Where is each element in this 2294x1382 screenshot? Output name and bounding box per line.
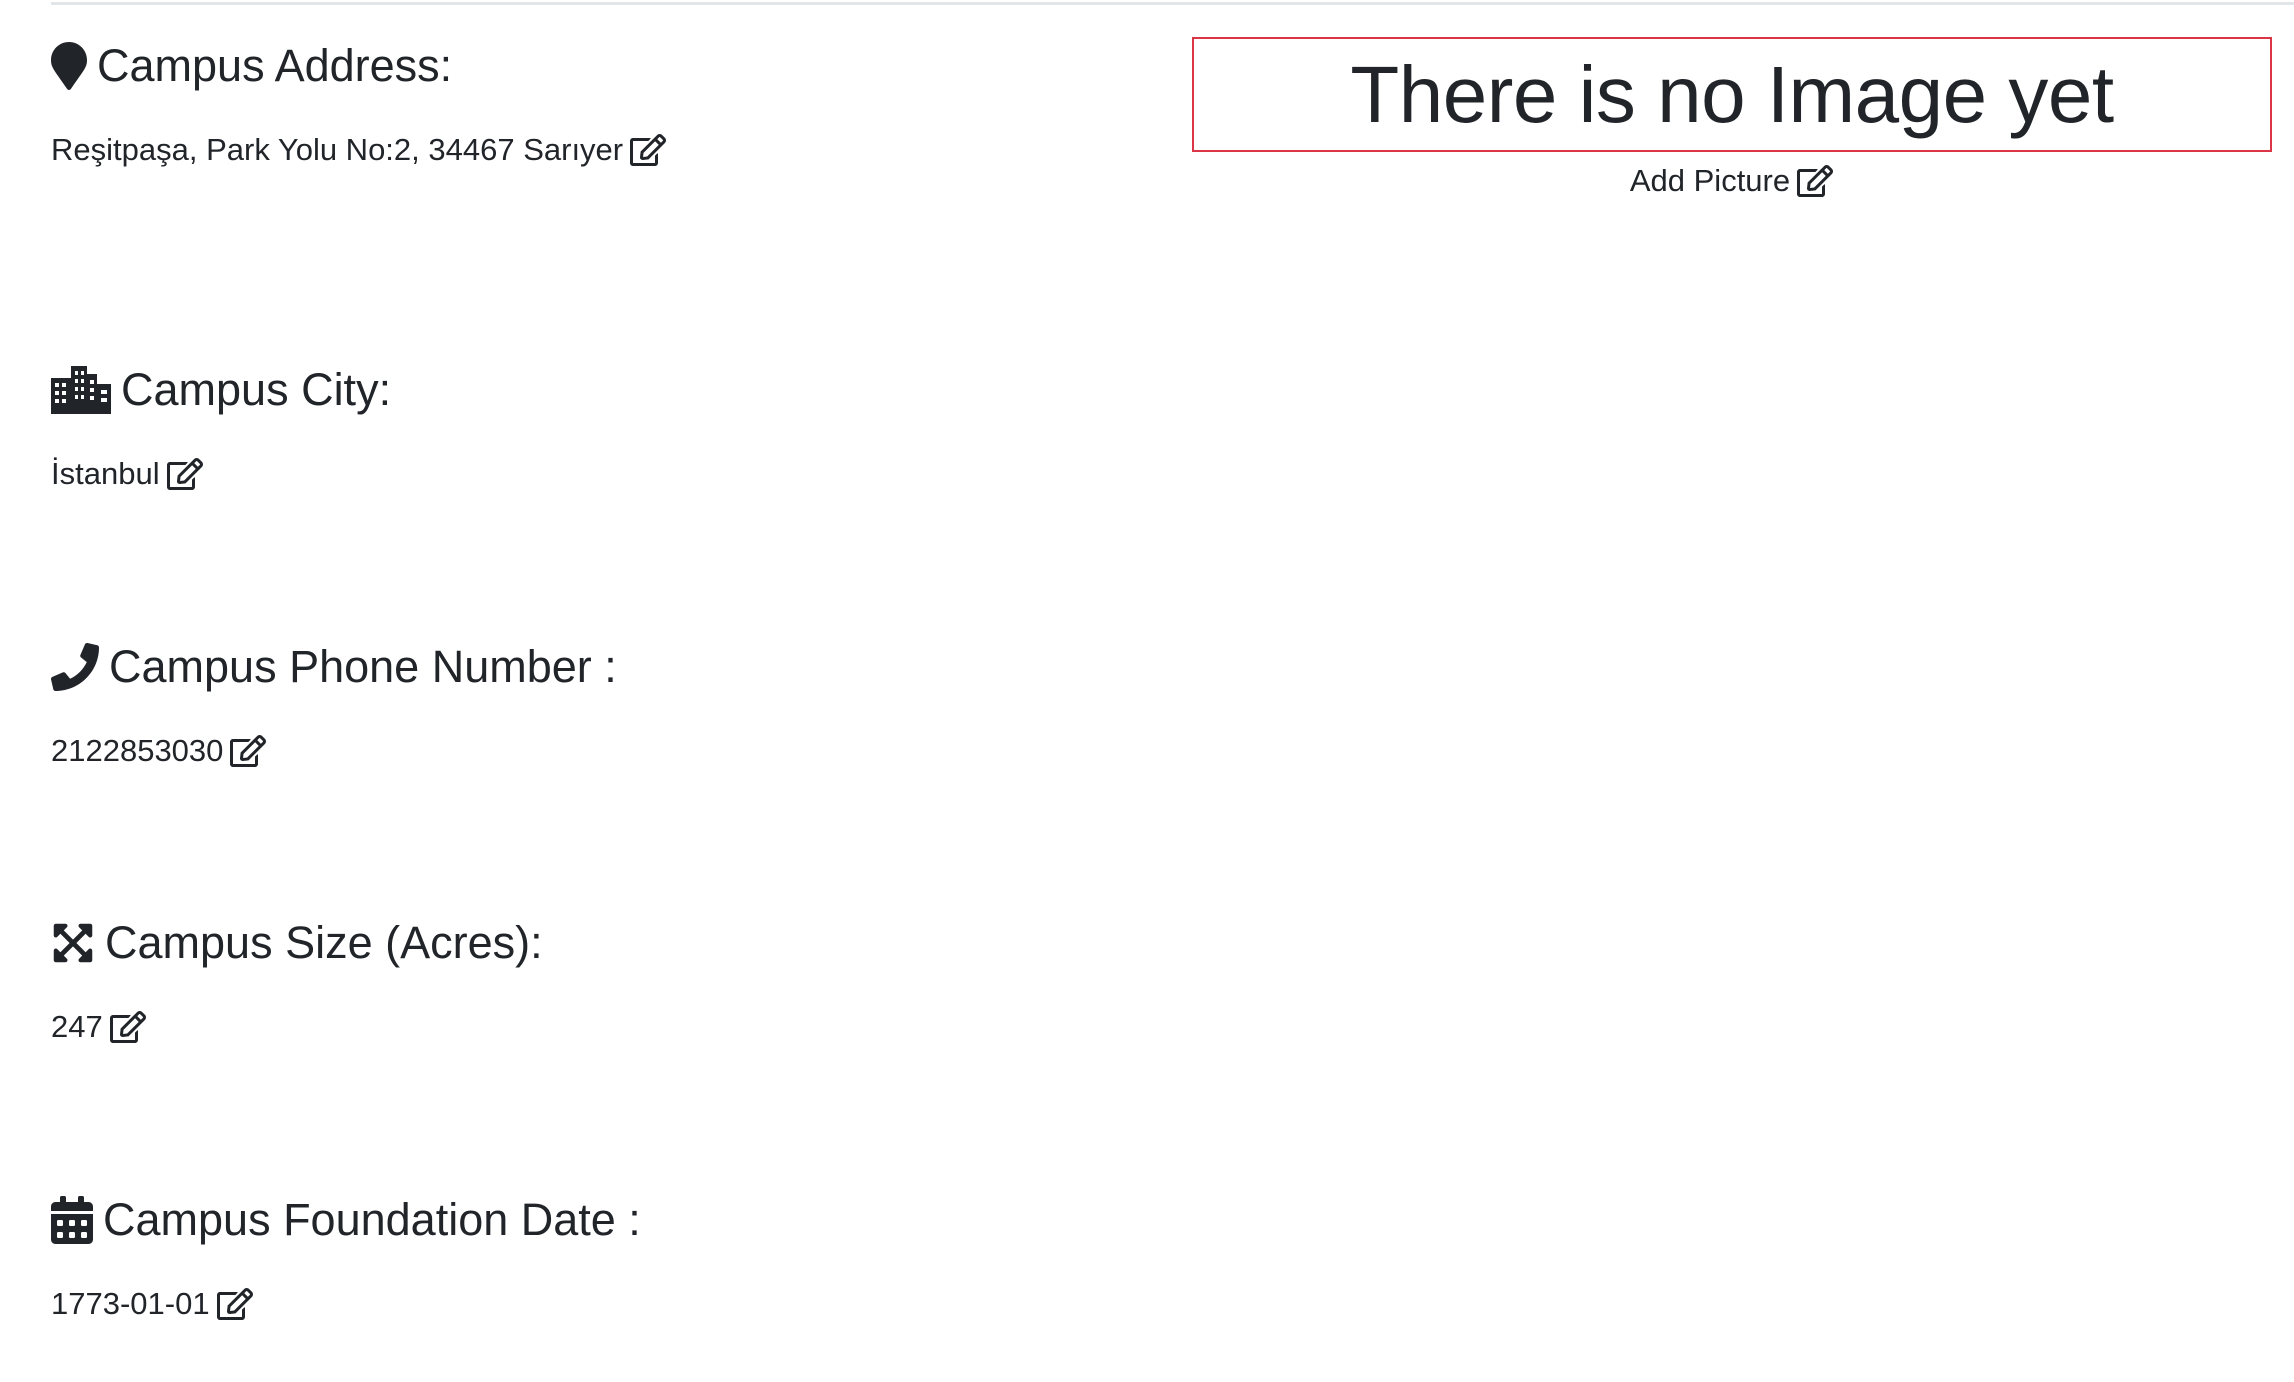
expand-arrows-icon bbox=[51, 921, 95, 965]
campus-city-value-row: İstanbul bbox=[51, 452, 204, 496]
edit-address-icon[interactable] bbox=[629, 131, 667, 169]
add-picture-label[interactable]: Add Picture bbox=[1630, 159, 1790, 203]
no-image-text: There is no Image yet bbox=[1350, 49, 2114, 139]
campus-city-section: Campus City: İstanbul bbox=[51, 360, 1151, 491]
edit-foundation-date-icon[interactable] bbox=[216, 1285, 254, 1323]
campus-phone-section: Campus Phone Number : 2122853030 bbox=[51, 637, 1151, 768]
campus-foundation-date-heading: Campus Foundation Date : bbox=[51, 1190, 1151, 1250]
campus-city-heading-text: Campus City: bbox=[121, 364, 392, 415]
campus-address-heading-text: Campus Address: bbox=[97, 40, 453, 91]
campus-details-page: Campus Address: Reşitpaşa, Park Yolu No:… bbox=[0, 0, 2294, 1382]
campus-foundation-date-value: 1773-01-01 bbox=[51, 1286, 210, 1321]
campus-size-value: 247 bbox=[51, 1009, 103, 1044]
top-divider bbox=[51, 2, 2294, 5]
campus-address-heading: Campus Address: bbox=[51, 36, 1151, 96]
map-marker-icon bbox=[51, 41, 87, 91]
edit-size-icon[interactable] bbox=[109, 1008, 147, 1046]
campus-address-value: Reşitpaşa, Park Yolu No:2, 34467 Sarıyer bbox=[51, 132, 624, 167]
campus-phone-value-row: 2122853030 bbox=[51, 729, 267, 773]
edit-phone-icon[interactable] bbox=[229, 732, 267, 770]
campus-phone-heading-text: Campus Phone Number : bbox=[109, 641, 617, 692]
campus-image-panel: There is no Image yet Add Picture bbox=[1192, 37, 2272, 205]
campus-foundation-date-value-row: 1773-01-01 bbox=[51, 1282, 254, 1326]
campus-foundation-date-section: Campus Foundation Date : 1773-01-01 bbox=[51, 1190, 1151, 1321]
campus-address-value-row: Reşitpaşa, Park Yolu No:2, 34467 Sarıyer bbox=[51, 128, 667, 172]
campus-foundation-date-heading-text: Campus Foundation Date : bbox=[103, 1194, 641, 1245]
city-icon bbox=[51, 366, 111, 414]
campus-size-value-row: 247 bbox=[51, 1005, 147, 1049]
add-picture-edit-icon[interactable] bbox=[1796, 162, 1834, 200]
campus-city-value: İstanbul bbox=[51, 456, 160, 491]
campus-size-section: Campus Size (Acres): 247 bbox=[51, 913, 1151, 1044]
edit-city-icon[interactable] bbox=[166, 455, 204, 493]
add-picture-link[interactable]: Add Picture bbox=[1192, 157, 2272, 205]
campus-address-section: Campus Address: Reşitpaşa, Park Yolu No:… bbox=[51, 36, 1151, 167]
campus-size-heading-text: Campus Size (Acres): bbox=[105, 917, 543, 968]
campus-city-heading: Campus City: bbox=[51, 360, 1151, 420]
campus-phone-heading: Campus Phone Number : bbox=[51, 637, 1151, 697]
no-image-placeholder: There is no Image yet bbox=[1192, 37, 2272, 152]
campus-phone-value: 2122853030 bbox=[51, 733, 224, 768]
calendar-icon bbox=[51, 1196, 93, 1244]
campus-size-heading: Campus Size (Acres): bbox=[51, 913, 1151, 973]
phone-icon bbox=[51, 643, 99, 691]
